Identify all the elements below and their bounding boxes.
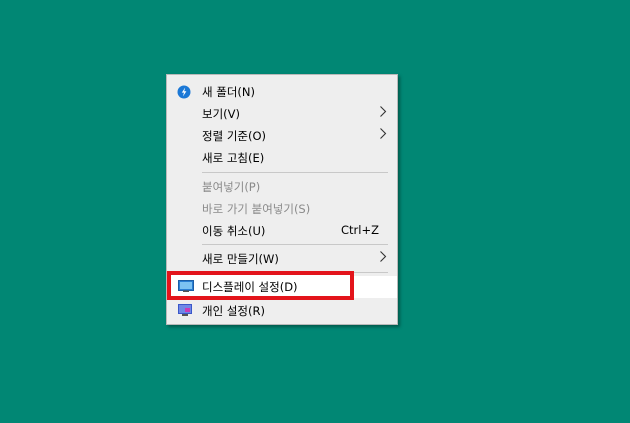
- chevron-right-icon: [379, 125, 387, 145]
- menu-separator: [202, 244, 388, 245]
- menu-item-refresh[interactable]: 새로 고침(E): [167, 146, 397, 168]
- personalize-icon: [177, 303, 193, 317]
- menu-separator: [202, 172, 388, 173]
- desktop[interactable]: { "context_menu": { "items": [ {"label":…: [0, 0, 630, 423]
- menu-item-label: 붙여넣기(P): [202, 180, 261, 194]
- menu-item-new-folder[interactable]: 새 폴더(N): [167, 80, 397, 102]
- lightning-badge-icon: [177, 84, 193, 99]
- menu-item-new[interactable]: 새로 만들기(W): [167, 247, 397, 269]
- menu-item-label: 바로 가기 붙여넣기(S): [202, 202, 311, 216]
- monitor-icon: [178, 280, 194, 294]
- menu-item-label: 개인 설정(R): [202, 304, 265, 318]
- menu-item-label: 정렬 기준(O): [202, 129, 266, 143]
- menu-item-view[interactable]: 보기(V): [167, 102, 397, 124]
- menu-item-undo-move[interactable]: 이동 취소(U) Ctrl+Z: [167, 219, 397, 241]
- menu-item-personalize[interactable]: 개인 설정(R): [167, 299, 397, 321]
- menu-item-display-settings[interactable]: 디스플레이 설정(D): [167, 271, 354, 300]
- menu-item-label: 디스플레이 설정(D): [202, 280, 298, 294]
- chevron-right-icon: [379, 248, 387, 268]
- chevron-right-icon: [379, 103, 387, 123]
- menu-item-label: 새로 만들기(W): [202, 252, 279, 266]
- menu-item-shortcut: Ctrl+Z: [341, 223, 379, 237]
- menu-item-sort-by[interactable]: 정렬 기준(O): [167, 124, 397, 146]
- menu-item-label: 보기(V): [202, 107, 240, 121]
- menu-item-label: 이동 취소(U): [202, 224, 266, 238]
- menu-item-label: 새로 고침(E): [202, 151, 265, 165]
- menu-item-label: 새 폴더(N): [202, 85, 255, 99]
- menu-item-paste[interactable]: 붙여넣기(P): [167, 175, 397, 197]
- menu-item-paste-shortcut[interactable]: 바로 가기 붙여넣기(S): [167, 197, 397, 219]
